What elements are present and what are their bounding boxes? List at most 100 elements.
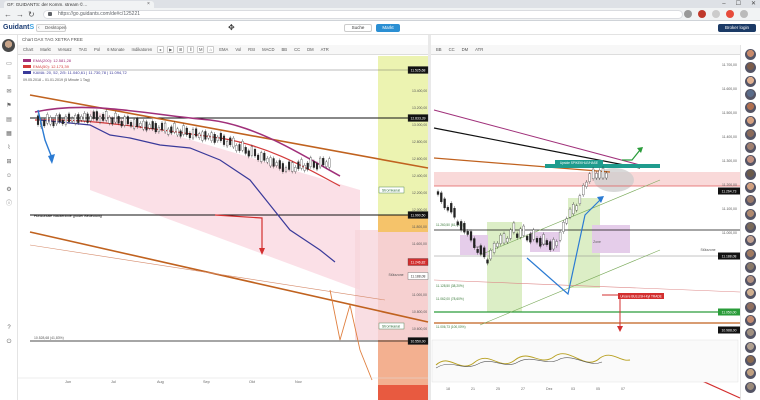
left-month-label: Okt [249, 380, 256, 384]
right-candle-body [516, 233, 519, 238]
left-price-tag-text: 11.525,68 [411, 69, 426, 73]
candle-body [328, 158, 331, 168]
candle-body [114, 112, 117, 123]
right-price-tag-text: 11.264,73 [722, 190, 737, 194]
right-candle-body [605, 172, 608, 179]
right-candle-body [552, 239, 555, 250]
candle-body [213, 134, 216, 143]
right-date-label: 18 [446, 387, 450, 391]
right-date-label: 21 [471, 387, 475, 391]
candle-body [288, 161, 291, 170]
candle-body [284, 167, 288, 172]
right-candle-body [532, 229, 535, 240]
candle-body [263, 152, 266, 161]
green-up-arrow [622, 149, 641, 161]
candle-body [222, 135, 226, 145]
candle-body [164, 122, 167, 133]
zone-box-3 [592, 225, 630, 253]
right-support-label: Stützzone [700, 248, 715, 252]
right-candle-body [469, 231, 473, 241]
right-candle-body [453, 208, 456, 218]
candle-body [278, 160, 281, 169]
left-axis-tick: 10.800,00 [412, 310, 427, 314]
left-price-tag-text: 11.246,82 [411, 261, 426, 265]
red-zone-band [378, 385, 428, 400]
left-axis-tick: 13.200,00 [412, 106, 427, 110]
legend-swatch [23, 71, 31, 74]
left-month-label: Aug [157, 380, 164, 384]
right-candle-body [595, 172, 598, 179]
right-candle-body [582, 185, 585, 196]
candle-body [315, 163, 319, 170]
right-candle-body [578, 195, 582, 204]
candle-body [83, 113, 86, 121]
right-axis-tick: 11.000,00 [722, 231, 737, 235]
right-candle-body [535, 238, 539, 243]
zone-label-3: Zone [593, 240, 601, 244]
candle-body [58, 114, 61, 123]
fib-label: 11.006,73 (100,00%) [436, 325, 466, 329]
candle-body [297, 161, 300, 169]
candle-body [64, 115, 67, 125]
right-candle-body [542, 234, 545, 245]
candle-body [216, 136, 219, 141]
candle-body [291, 162, 294, 172]
right-red-arrowhead [617, 326, 623, 332]
right-date-label: 05 [596, 387, 600, 391]
right-price-tag-text: 11.188,08 [722, 255, 737, 259]
low-fib-label: 10.528,68 (41,83%) [34, 336, 64, 340]
candle-body [185, 127, 188, 136]
right-candle-body [572, 204, 575, 215]
candle-body [198, 133, 201, 138]
right-candle-body [565, 218, 568, 224]
candle-body [154, 123, 157, 133]
right-candle-body [588, 173, 591, 182]
bullish-label: Unsere BULLISH-Kyl TRADE [620, 295, 662, 299]
candle-body [201, 131, 204, 141]
fib-label: 11.260,50 (61,80%) [436, 223, 464, 227]
candle-body [139, 123, 142, 127]
blue-arrowhead [48, 154, 55, 164]
right-candle-body [502, 233, 506, 244]
stromkanal-label-1: Stromkanal [382, 189, 400, 193]
candle-body [167, 128, 170, 135]
candle-body [303, 165, 306, 171]
upside-label: Upside SPIKEKHLE/HASE [560, 161, 598, 165]
right-candle-body [591, 168, 595, 179]
left-axis-tick: 12.600,00 [412, 157, 427, 161]
candle-body [219, 132, 222, 141]
candle-body [182, 125, 185, 135]
right-ema200 [433, 109, 641, 166]
candle-body [105, 111, 108, 121]
legend-text: EMA(50): 12.173,39 [33, 64, 70, 69]
right-candle-body [545, 240, 549, 245]
candle-body [102, 114, 105, 121]
candle-body [322, 158, 325, 166]
right-candle-body [529, 233, 532, 243]
candle-body [244, 147, 247, 154]
candle-body [188, 132, 191, 139]
right-price-tag-text: 10.988,00 [721, 329, 736, 333]
right-candle-body [456, 221, 459, 226]
left-axis-tick: 12.200,00 [412, 191, 427, 195]
support-zone-fill [355, 230, 378, 340]
candle-body [52, 121, 55, 127]
right-candle-body [486, 259, 489, 264]
candle-body [257, 154, 260, 160]
candle-body [210, 132, 213, 141]
support-label: Stützzone [388, 273, 403, 277]
right-date-label: 27 [521, 387, 525, 391]
candle-body [77, 114, 80, 124]
right-candle-body [499, 234, 502, 244]
candle-body [266, 157, 269, 163]
candle-body [247, 150, 250, 157]
right-date-label: 03 [571, 387, 575, 391]
right-candle-body [601, 168, 605, 179]
left-price-tag-text: 11.188,08 [411, 275, 426, 279]
fib-label: 11.128,50 (38,20%) [436, 284, 464, 288]
candle-body [160, 122, 164, 131]
candle-body [61, 119, 64, 125]
candle-body [229, 137, 232, 146]
chart-canvas[interactable]: EMA(200): 12.581,28EMA(50): 12.173,39KAM… [0, 0, 760, 400]
right-candle-body [549, 241, 552, 250]
